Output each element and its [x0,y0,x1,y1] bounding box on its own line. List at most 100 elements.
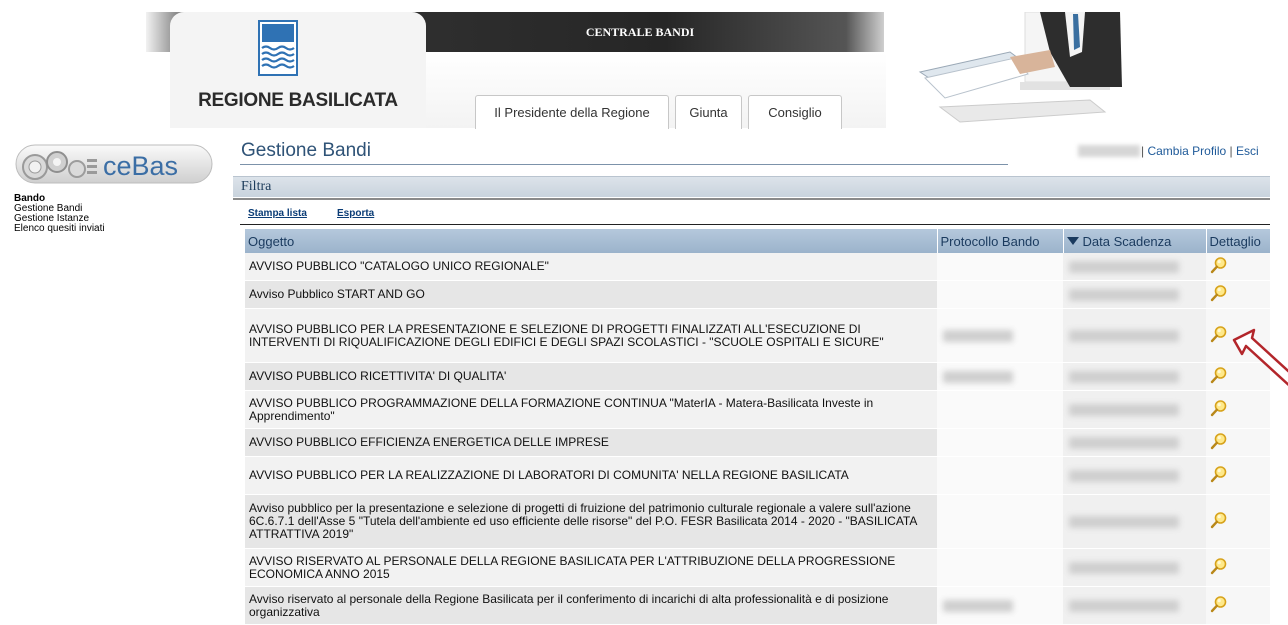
esci-link[interactable]: Esci [1236,144,1259,158]
table-row[interactable]: AVVISO PUBBLICO EFFICIENZA ENERGETICA DE… [245,428,1270,457]
cell-oggetto: AVVISO PUBBLICO "CATALOGO UNICO REGIONAL… [245,253,937,281]
table-row[interactable]: Avviso pubblico per la presentazione e s… [245,494,1270,549]
cebas-logo: ceBas [15,144,213,184]
site-header: REGIONE BASILICATA CENTRALE BANDI Il Pre… [0,0,1288,129]
redacted-value [1069,288,1179,301]
bandi-table-container: Oggetto Protocollo Bando Data Scadenza D… [245,229,1271,625]
cell-oggetto: AVVISO RISERVATO AL PERSONALE DELLA REGI… [245,548,937,587]
redacted-value [1069,260,1179,273]
cambia-profilo-link[interactable]: Cambia Profilo [1147,144,1226,158]
bandi-table: Oggetto Protocollo Bando Data Scadenza D… [245,229,1271,625]
table-row[interactable]: AVVISO PUBBLICO PROGRAMMAZIONE DELLA FOR… [245,390,1270,429]
cell-protocollo-blurred [937,428,1063,457]
cell-scadenza-blurred [1063,456,1206,495]
cell-scadenza-blurred [1063,280,1206,309]
table-row[interactable]: AVVISO RISERVATO AL PERSONALE DELLA REGI… [245,548,1270,587]
column-header-oggetto[interactable]: Oggetto [245,229,938,253]
user-links-separator: | [1141,144,1145,158]
redacted-value [1069,515,1179,528]
cell-scadenza-blurred [1063,428,1206,457]
cell-protocollo-blurred [937,586,1063,625]
cell-dettaglio [1206,428,1270,457]
region-logo-card: REGIONE BASILICATA [170,12,426,128]
cell-protocollo-blurred [937,362,1063,391]
redacted-value [1069,403,1179,416]
cell-oggetto: Avviso pubblico per la presentazione e s… [245,494,937,549]
magnifier-icon[interactable] [1210,366,1228,384]
table-row[interactable]: AVVISO PUBBLICO "CATALOGO UNICO REGIONAL… [245,253,1270,281]
cell-scadenza-blurred [1063,253,1206,281]
sidebar-item-elenco-quesiti[interactable]: Elenco quesiti inviati [14,224,105,234]
magnifier-icon[interactable] [1210,465,1228,483]
title-divider [240,164,1008,165]
redacted-value [1069,599,1179,612]
annotation-arrow-icon [1232,328,1288,387]
stampa-lista-link[interactable]: Stampa lista [248,208,307,219]
esporta-link[interactable]: Esporta [337,208,374,219]
toolbar-divider [240,224,1270,225]
column-header-dettaglio: Dettaglio [1206,229,1271,253]
cell-oggetto: Avviso Pubblico START AND GO [245,280,937,309]
magnifier-icon[interactable] [1210,557,1228,575]
magnifier-icon[interactable] [1210,256,1228,274]
magnifier-icon[interactable] [1210,284,1228,302]
table-header-row: Oggetto Protocollo Bando Data Scadenza D… [245,229,1271,253]
cell-oggetto: AVVISO PUBBLICO RICETTIVITA' DI QUALITA' [245,362,937,391]
user-links-separator-2: | [1229,144,1233,158]
cell-scadenza-blurred [1063,390,1206,429]
cell-protocollo-blurred [937,280,1063,309]
cell-dettaglio [1206,494,1270,549]
table-row[interactable]: Avviso riservato al personale della Regi… [245,586,1270,625]
user-links: | Cambia Profilo | Esci [1141,144,1259,158]
sort-down-icon [1066,237,1079,246]
cell-oggetto: Avviso riservato al personale della Regi… [245,586,937,625]
column-header-scadenza[interactable]: Data Scadenza [1063,229,1207,253]
cell-oggetto: AVVISO PUBBLICO PER LA REALIZZAZIONE DI … [245,456,937,495]
sidebar-menu: Bando Gestione Bandi Gestione Istanze El… [14,194,105,234]
redacted-value [943,370,1013,383]
cell-protocollo-blurred [937,494,1063,549]
cell-protocollo-blurred [937,548,1063,587]
centrale-bandi-title: CENTRALE BANDI [585,25,695,39]
cell-scadenza-blurred [1063,308,1206,363]
magnifier-icon[interactable] [1210,432,1228,450]
redacted-value [943,599,1013,612]
tab-giunta[interactable]: Giunta [675,95,742,129]
magnifier-icon[interactable] [1210,595,1228,613]
region-name: REGIONE BASILICATA [198,90,398,111]
region-emblem-icon [258,20,298,76]
cell-oggetto: AVVISO PUBBLICO EFFICIENZA ENERGETICA DE… [245,428,937,457]
table-body: AVVISO PUBBLICO "CATALOGO UNICO REGIONAL… [245,253,1270,625]
magnifier-icon[interactable] [1210,511,1228,529]
filter-divider [233,198,1270,200]
cell-scadenza-blurred [1063,494,1206,549]
cell-dettaglio [1206,253,1270,281]
magnifier-icon[interactable] [1210,399,1228,417]
cell-scadenza-blurred [1063,586,1206,625]
magnifier-icon[interactable] [1210,325,1228,343]
redacted-value [943,329,1013,342]
cell-protocollo-blurred [937,456,1063,495]
user-name-blurred [1078,145,1140,157]
cell-oggetto: AVVISO PUBBLICO PROGRAMMAZIONE DELLA FOR… [245,390,937,429]
table-row[interactable]: AVVISO PUBBLICO PER LA REALIZZAZIONE DI … [245,456,1270,495]
filter-bar[interactable]: Filtra [233,176,1270,197]
redacted-value [1069,436,1179,449]
cell-dettaglio [1206,280,1270,309]
redacted-value [1069,561,1179,574]
table-row[interactable]: Avviso Pubblico START AND GO [245,280,1270,309]
table-row[interactable]: AVVISO PUBBLICO RICETTIVITA' DI QUALITA' [245,362,1270,391]
cell-oggetto: AVVISO PUBBLICO PER LA PRESENTAZIONE E S… [245,308,937,363]
cell-protocollo-blurred [937,253,1063,281]
column-header-scadenza-label: Data Scadenza [1082,233,1172,249]
filter-label[interactable]: Filtra [241,179,271,195]
cell-protocollo-blurred [937,390,1063,429]
cell-scadenza-blurred [1063,548,1206,587]
cell-protocollo-blurred [937,308,1063,363]
tab-consiglio[interactable]: Consiglio [748,95,842,129]
tab-presidente[interactable]: Il Presidente della Regione [475,95,669,129]
cell-scadenza-blurred [1063,362,1206,391]
table-row[interactable]: AVVISO PUBBLICO PER LA PRESENTAZIONE E S… [245,308,1270,363]
cell-dettaglio [1206,548,1270,587]
column-header-protocollo[interactable]: Protocollo Bando [937,229,1064,253]
